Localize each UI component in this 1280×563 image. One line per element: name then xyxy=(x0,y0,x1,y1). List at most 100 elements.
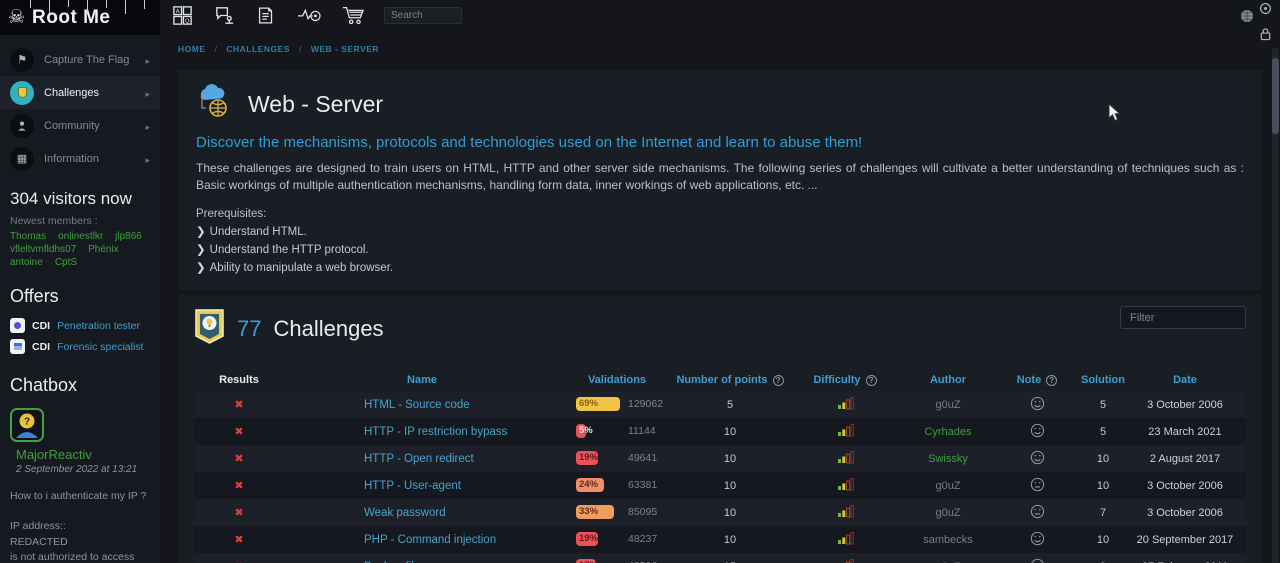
sidebar-item-information[interactable]: ▦ Information xyxy=(0,142,160,175)
sidebar-item-challenges[interactable]: Challenges xyxy=(0,76,160,109)
validation-count: 85095 xyxy=(628,506,657,518)
lock-icon[interactable] xyxy=(1259,27,1272,46)
points-value: 5 xyxy=(674,399,786,411)
logo[interactable]: ☠ Root Me xyxy=(0,0,160,35)
challenge-date: 23 March 2021 xyxy=(1124,426,1246,438)
author-link[interactable]: g0uZ xyxy=(904,507,992,519)
validation-percentage-badge: 19% xyxy=(576,451,598,465)
solution-count[interactable]: 10 xyxy=(1082,534,1124,546)
help-icon[interactable]: ? xyxy=(866,375,877,386)
target-icon[interactable] xyxy=(1259,2,1272,20)
solution-count[interactable]: 10 xyxy=(1082,453,1124,465)
smiley-happy-icon xyxy=(1030,423,1045,438)
challenge-link[interactable]: HTTP - Open redirect xyxy=(364,453,474,465)
member-link[interactable]: onlinestlkr xyxy=(58,231,103,242)
challenge-link[interactable]: HTTP - IP restriction bypass xyxy=(364,426,507,438)
column-author[interactable]: Author xyxy=(904,374,992,386)
scrollbar-thumb[interactable] xyxy=(1272,58,1279,134)
table-header: Results Name Validations Number of point… xyxy=(194,371,1246,389)
column-results[interactable]: Results xyxy=(194,374,284,386)
avatar[interactable]: ? xyxy=(10,408,44,442)
offer-type: CDI xyxy=(32,320,50,332)
smiley-neutral-icon xyxy=(1030,504,1045,519)
chatbox: ? MajorReactiv 2 September 2022 at 13:21… xyxy=(0,404,160,563)
challenge-link[interactable]: HTML - Source code xyxy=(364,399,470,411)
difficulty-icon xyxy=(837,477,854,491)
column-solution[interactable]: Solution xyxy=(1082,374,1124,386)
member-link[interactable]: antoine xyxy=(10,257,43,268)
challenge-link[interactable]: Weak password xyxy=(364,507,446,519)
member-link[interactable]: Thomas xyxy=(10,231,46,242)
offers-title: Offers xyxy=(0,268,160,315)
column-difficulty[interactable]: Difficulty? xyxy=(786,374,904,386)
offer-link[interactable]: Forensic specialist xyxy=(57,341,143,353)
challenges-count: 77 xyxy=(237,316,261,342)
svg-text:?: ? xyxy=(24,417,30,428)
smiley-neutral-icon xyxy=(1030,558,1045,563)
newest-members-label: Newest members : xyxy=(0,213,160,231)
bullet-icon: ❯ xyxy=(196,244,206,256)
chevron-right-icon xyxy=(145,84,150,102)
menu-label: Capture The Flag xyxy=(44,54,145,66)
visitors-count: 304 visitors now xyxy=(0,175,160,213)
table-row: ✖HTML - Source code69%1290625g0uZ53 Octo… xyxy=(194,391,1246,418)
challenge-link[interactable]: PHP - Command injection xyxy=(364,534,496,546)
offer-type: CDI xyxy=(32,341,50,353)
help-icon[interactable]: ? xyxy=(1046,375,1057,386)
not-solved-icon: ✖ xyxy=(234,507,243,519)
not-solved-icon: ✖ xyxy=(234,399,243,411)
member-link[interactable]: jlp866 xyxy=(115,231,142,242)
offer-logo-icon xyxy=(10,339,25,354)
validation-count: 49641 xyxy=(628,452,657,464)
not-solved-icon: ✖ xyxy=(234,453,243,465)
author-link[interactable]: sambecks xyxy=(904,534,992,546)
help-icon[interactable]: ? xyxy=(773,375,784,386)
member-link[interactable]: vfleltvmfldhs07 xyxy=(10,244,76,255)
offer-logo-icon xyxy=(10,318,25,333)
author-link[interactable]: g0uZ xyxy=(904,480,992,492)
solution-count[interactable]: 5 xyxy=(1082,399,1124,411)
member-link[interactable]: CptS xyxy=(55,257,77,268)
column-validations[interactable]: Validations xyxy=(560,374,674,386)
category-description-panel: Web - Server Discover the mechanisms, pr… xyxy=(178,70,1262,290)
page-title: Web - Server xyxy=(248,91,383,118)
sidebar-menu: ⚑ Capture The Flag Challenges Community … xyxy=(0,35,160,175)
challenge-link[interactable]: HTTP - User-agent xyxy=(364,480,461,492)
column-name[interactable]: Name xyxy=(284,374,560,386)
prerequisite-item: ❯Understand HTML. xyxy=(196,224,1244,238)
author-link[interactable]: g0uZ xyxy=(904,399,992,411)
chat-username-link[interactable]: MajorReactiv xyxy=(10,447,150,462)
filter-input[interactable] xyxy=(1120,306,1246,329)
ctf-flag-icon: ⚑ xyxy=(10,48,34,72)
challenge-date: 2 August 2017 xyxy=(1124,453,1246,465)
chatbox-title: Chatbox xyxy=(0,357,160,404)
solution-count[interactable]: 5 xyxy=(1082,426,1124,438)
column-note[interactable]: Note? xyxy=(992,374,1082,386)
not-solved-icon: ✖ xyxy=(234,480,243,492)
column-points[interactable]: Number of points? xyxy=(674,374,786,386)
author-link[interactable]: Cyrhades xyxy=(904,426,992,438)
solution-count[interactable]: 7 xyxy=(1082,507,1124,519)
chat-message-line: IP address:: xyxy=(10,519,150,535)
solution-count[interactable]: 10 xyxy=(1082,480,1124,492)
validation-count: 11144 xyxy=(628,425,656,437)
not-solved-icon: ✖ xyxy=(234,534,243,546)
category-description: These challenges are designed to train u… xyxy=(196,160,1244,194)
column-date[interactable]: Date xyxy=(1124,374,1246,386)
smiley-happy-icon xyxy=(1030,450,1045,465)
offer-link[interactable]: Penetration tester xyxy=(57,320,140,332)
sidebar-item-community[interactable]: Community xyxy=(0,109,160,142)
information-bricks-icon: ▦ xyxy=(10,147,34,171)
smiley-neutral-icon xyxy=(1030,477,1045,492)
validation-percentage-badge: 17% xyxy=(576,559,596,563)
author-link[interactable]: Swissky xyxy=(904,453,992,465)
menu-label: Community xyxy=(44,120,145,132)
table-row: ✖HTTP - IP restriction bypass5%1114410Cy… xyxy=(194,418,1246,445)
member-link[interactable]: Phénix xyxy=(88,244,119,255)
points-value: 10 xyxy=(674,453,786,465)
validation-count: 63381 xyxy=(628,479,657,491)
difficulty-icon xyxy=(837,423,854,437)
difficulty-icon xyxy=(837,558,854,563)
sidebar-item-capture-the-flag[interactable]: ⚑ Capture The Flag xyxy=(0,43,160,76)
chevron-right-icon xyxy=(145,51,150,69)
